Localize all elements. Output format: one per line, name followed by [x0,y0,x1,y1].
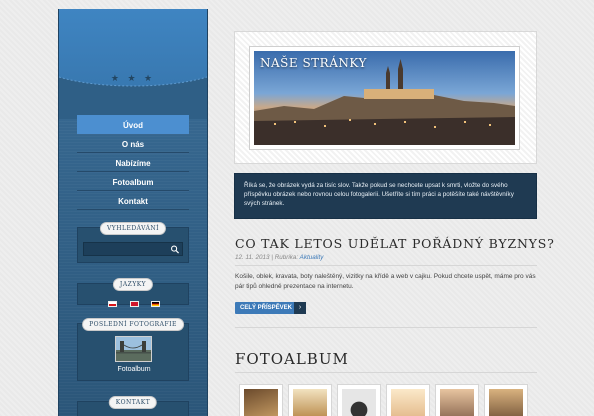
post-meta: 12. 11. 2013 | Rubrika: Aktuality [235,254,323,261]
gallery-thumbnail-image [440,389,474,416]
german-flag-icon[interactable] [150,301,160,307]
gallery-thumbnail-image [489,389,523,416]
post-excerpt: Košile, oblek, kravata, boty naleštěný, … [235,273,536,290]
menu-item-o-nas[interactable]: O nás [77,134,189,153]
language-flags [78,294,190,312]
post-category-label: Rubrika: [274,254,300,261]
search-input[interactable] [84,248,168,261]
post-category-link[interactable]: Aktuality [300,254,324,261]
menu-item-fotoalbum[interactable]: Fotoalbum [77,172,189,191]
sidebar: ★ ★ ★ Úvod O nás Nabízíme Fotoalbum Kont… [58,9,208,416]
read-more-arrow-icon[interactable]: › [294,302,306,314]
gallery-thumbnail-image [391,389,425,416]
latest-photos-widget-title: POSLEDNÍ FOTOGRAFIE [82,318,184,331]
post-divider [235,265,537,266]
read-more-button[interactable]: CELÝ PŘÍSPĚVEK [235,302,298,314]
main-menu: Úvod O nás Nabízíme Fotoalbum Kontakt [77,115,189,210]
czech-flag-icon[interactable] [108,301,118,307]
bridge-image [116,337,151,361]
contact-widget-title: KONTAKT [108,396,158,409]
menu-item-nabizime[interactable]: Nabízíme [77,153,189,172]
gallery-thumbnails [235,384,537,416]
site-title[interactable]: NAŠE STRÁNKY [260,56,367,70]
header-image-border: NAŠE STRÁNKY [249,46,520,150]
gallery-thumbnail[interactable] [386,384,430,416]
section-divider [235,327,537,328]
gallery-thumbnail[interactable] [337,384,381,416]
latest-photo-thumbnail[interactable] [115,336,152,362]
languages-widget: JAZYKY [77,278,189,307]
search-widget: VYHLEDÁVÁNÍ [77,222,189,263]
intro-box: Říká se, že obrázek vydá za tisíc slov. … [234,173,537,219]
gallery-thumbnail[interactable] [484,384,528,416]
languages-widget-title: JAZYKY [112,278,154,291]
header-image: NAŠE STRÁNKY [254,51,515,145]
stars-ornament: ★ ★ ★ [110,73,156,83]
gallery-thumbnail[interactable] [239,384,283,416]
gallery-thumbnail-image [342,389,376,416]
gallery-thumbnail-image [293,389,327,416]
gallery-thumbnail-image [244,389,278,416]
latest-photo-caption[interactable]: Fotoalbum [78,366,190,373]
contact-widget: KONTAKT [77,396,189,416]
gallery-thumbnail[interactable] [288,384,332,416]
post-title[interactable]: CO TAK LETOS UDĚLAT POŘÁDNÝ BYZNYS? [235,236,555,251]
gallery-divider [235,372,537,373]
gallery-thumbnail[interactable] [435,384,479,416]
english-flag-icon[interactable] [129,301,139,307]
menu-item-uvod[interactable]: Úvod [77,115,189,134]
header-frame: NAŠE STRÁNKY [234,31,537,164]
post-date: 12. 11. 2013 [235,254,270,261]
menu-item-kontakt[interactable]: Kontakt [77,191,189,210]
search-widget-title: VYHLEDÁVÁNÍ [99,222,167,235]
gallery-title: FOTOALBUM [235,350,349,368]
search-icon[interactable] [170,245,180,254]
latest-photos-widget: POSLEDNÍ FOTOGRAFIE Fotoalbum [77,318,190,381]
search-box [83,242,183,261]
